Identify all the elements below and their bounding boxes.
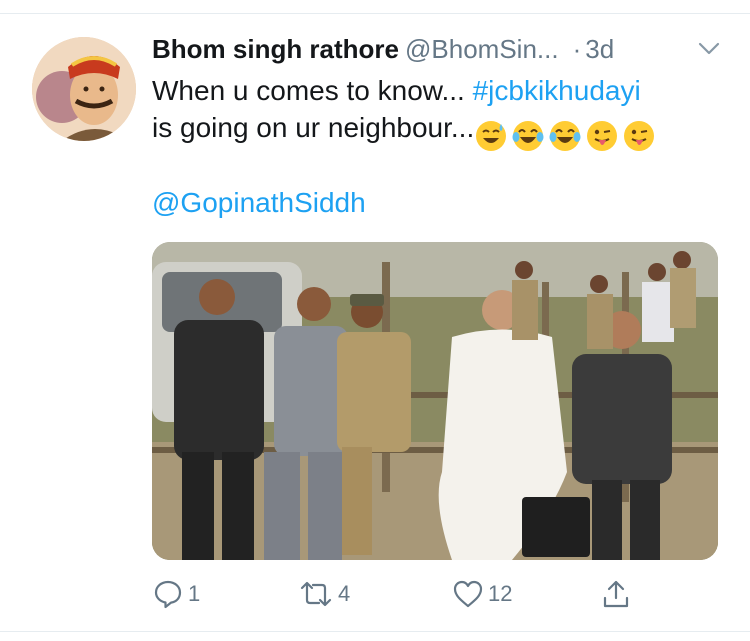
retweet-count: 4 xyxy=(338,581,351,606)
like-button[interactable]: 12 xyxy=(452,578,512,610)
tears-of-joy-emoji xyxy=(512,120,544,151)
tongue-out-emoji xyxy=(587,120,618,151)
mention-link[interactable]: @GopinathSiddh xyxy=(152,187,366,219)
tears-of-joy-emoji xyxy=(549,120,581,151)
tweet-text-line2: is going on ur neighbour... xyxy=(152,112,475,143)
tweet-text: When u comes to know... #jcbkikhudayi is… xyxy=(152,72,732,153)
reply-icon xyxy=(154,580,182,609)
emoji-row xyxy=(474,115,659,153)
reply-button[interactable]: 1 xyxy=(152,578,200,610)
heart-icon xyxy=(453,580,483,608)
retweet-icon xyxy=(300,581,332,607)
bottom-divider xyxy=(0,631,750,632)
reply-count: 1 xyxy=(188,581,201,606)
share-icon xyxy=(603,580,629,608)
chevron-down-icon[interactable] xyxy=(698,42,720,56)
author-handle[interactable]: @BhomSin... xyxy=(405,34,559,64)
like-count: 12 xyxy=(488,581,513,606)
author-name[interactable]: Bhom singh rathore xyxy=(152,34,399,64)
tweet-photo[interactable] xyxy=(152,242,718,560)
sweat-smile-emoji xyxy=(476,120,507,151)
retweet-button[interactable]: 4 xyxy=(298,578,350,610)
share-button[interactable] xyxy=(600,578,632,610)
top-divider xyxy=(0,13,750,14)
hashtag-link[interactable]: #jcbkikhudayi xyxy=(473,75,641,106)
author-avatar[interactable] xyxy=(32,37,136,141)
tongue-out-emoji xyxy=(624,120,655,151)
tweet-actions: 1 4 12 xyxy=(152,572,652,616)
separator-dot: · xyxy=(572,34,582,64)
tweet-header: Bhom singh rathore @BhomSin... · 3d xyxy=(152,34,732,70)
tweet-timestamp[interactable]: 3d xyxy=(585,34,614,64)
tweet-text-line1: When u comes to know... xyxy=(152,75,465,106)
photo-scene xyxy=(152,242,718,560)
